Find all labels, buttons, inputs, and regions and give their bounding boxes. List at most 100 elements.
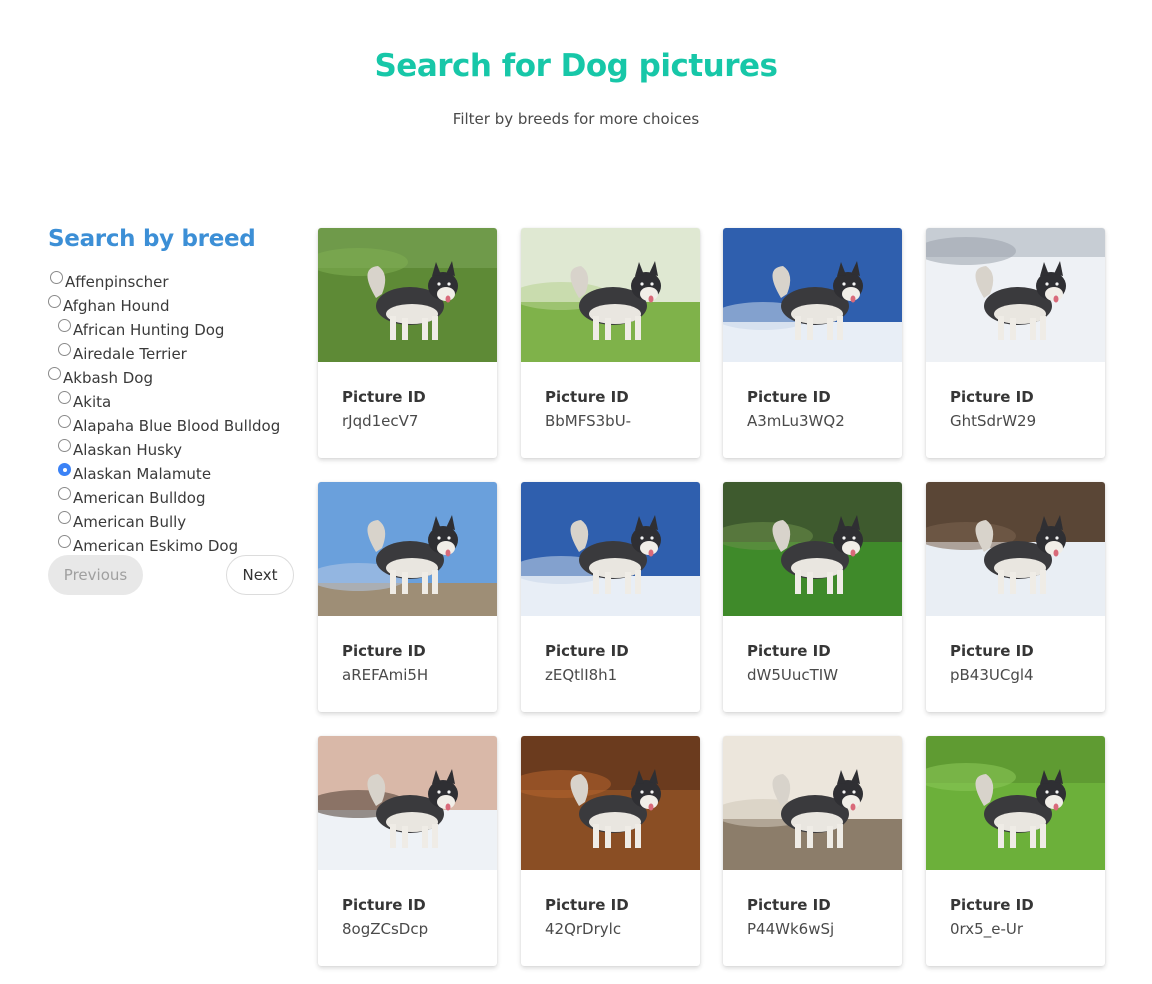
breed-option-american-bully[interactable]: American Bully	[58, 510, 186, 534]
breed-option-american-bulldog[interactable]: American Bulldog	[58, 486, 206, 510]
breed-option-akbash-dog[interactable]: Akbash Dog	[48, 366, 153, 390]
breed-option-label: Alapaha Blue Blood Bulldog	[73, 417, 281, 435]
picture-id-label: Picture ID	[950, 642, 1034, 660]
picture-id-value: GhtSdrW29	[950, 412, 1037, 430]
dog-photo[interactable]	[318, 736, 497, 870]
breed-option-label: Alaskan Husky	[73, 441, 182, 459]
picture-id-value: BbMFS3bU-	[545, 412, 632, 430]
picture-card[interactable]: Picture ID pB43UCgl4	[926, 482, 1105, 712]
picture-id-value: aREFAmi5H	[342, 666, 429, 684]
breed-row: Akita	[48, 390, 308, 414]
picture-card[interactable]: Picture ID 0rx5_e-Ur	[926, 736, 1105, 966]
picture-card[interactable]: Picture ID zEQtlI8h1	[521, 482, 700, 712]
breed-row: Alaskan Husky	[48, 438, 308, 462]
breed-row: American Bully	[48, 510, 308, 534]
breed-row: African Hunting Dog	[48, 318, 308, 342]
picture-id-value: rJqd1ecV7	[342, 412, 419, 430]
dog-photo[interactable]	[521, 482, 700, 616]
breed-option-alaskan-malamute[interactable]: Alaskan Malamute	[58, 462, 211, 486]
dog-photo[interactable]	[318, 228, 497, 362]
dog-photo[interactable]	[723, 228, 902, 362]
radio-button[interactable]	[50, 271, 63, 284]
dog-photo[interactable]	[926, 736, 1105, 870]
dog-photo[interactable]	[926, 228, 1105, 362]
breed-filter-sidebar: Search by breed Affenpinscher Afghan Houn…	[48, 226, 308, 558]
picture-card[interactable]: Picture ID 8ogZCsDcp	[318, 736, 497, 966]
breed-row: American Bulldog	[48, 486, 308, 510]
picture-card[interactable]: Picture ID 42QrDrylc	[521, 736, 700, 966]
radio-button[interactable]	[48, 295, 61, 308]
page-subtitle: Filter by breeds for more choices	[452, 110, 700, 128]
breed-row: Affenpinscher Afghan Hound	[48, 270, 308, 318]
picture-card[interactable]: Picture ID BbMFS3bU-	[521, 228, 700, 458]
picture-id-label: Picture ID	[545, 388, 629, 406]
picture-id-label: Picture ID	[950, 388, 1034, 406]
picture-id-label: Picture ID	[747, 896, 831, 914]
radio-button-selected[interactable]	[58, 463, 71, 476]
picture-id-label: Picture ID	[545, 642, 629, 660]
picture-id-label: Picture ID	[747, 642, 831, 660]
picture-card[interactable]: Picture ID rJqd1ecV7	[318, 228, 497, 458]
breed-option-afghan-hound[interactable]: Afghan Hound	[48, 294, 170, 318]
breed-row: Airedale Terrier Akbash Dog	[48, 342, 308, 390]
radio-button[interactable]	[58, 535, 71, 548]
breed-option-label: African Hunting Dog	[73, 321, 225, 339]
picture-card[interactable]: Picture ID P44Wk6wSj	[723, 736, 902, 966]
picture-card[interactable]: Picture ID aREFAmi5H	[318, 482, 497, 712]
picture-id-label: Picture ID	[747, 388, 831, 406]
radio-button[interactable]	[58, 391, 71, 404]
picture-id-value: P44Wk6wSj	[747, 920, 835, 938]
breed-row: Alapaha Blue Blood Bulldog	[48, 414, 308, 438]
dog-photo[interactable]	[318, 482, 497, 616]
picture-id-value: A3mLu3WQ2	[747, 412, 845, 430]
picture-id-value: pB43UCgl4	[950, 666, 1034, 684]
picture-id-label: Picture ID	[950, 896, 1034, 914]
breed-radio-list: Affenpinscher Afghan Hound African Huntin…	[48, 270, 308, 558]
picture-id-label: Picture ID	[342, 642, 426, 660]
breed-option-african-hunting-dog[interactable]: African Hunting Dog	[58, 318, 224, 342]
breed-option-label: Affenpinscher	[65, 273, 169, 291]
breed-option-akita[interactable]: Akita	[58, 390, 111, 414]
breed-filter-heading: Search by breed	[48, 226, 256, 252]
picture-card[interactable]: Picture ID dW5UucTIW	[723, 482, 902, 712]
radio-button[interactable]	[58, 343, 71, 356]
picture-id-label: Picture ID	[545, 896, 629, 914]
page-title: Search for Dog pictures	[374, 48, 778, 84]
picture-id-value: dW5UucTIW	[747, 666, 839, 684]
radio-button[interactable]	[58, 415, 71, 428]
picture-id-label: Picture ID	[342, 388, 426, 406]
breed-option-alaskan-husky[interactable]: Alaskan Husky	[58, 438, 182, 462]
pagination: Previous Next	[48, 555, 294, 595]
breed-option-affenpinscher[interactable]: Affenpinscher	[50, 270, 169, 294]
radio-button[interactable]	[58, 511, 71, 524]
picture-id-value: 42QrDrylc	[545, 920, 622, 938]
picture-id-value: 8ogZCsDcp	[342, 920, 429, 938]
radio-button[interactable]	[58, 439, 71, 452]
previous-button[interactable]: Previous	[48, 555, 143, 595]
radio-button[interactable]	[58, 319, 71, 332]
dog-photo[interactable]	[521, 736, 700, 870]
breed-option-alapaha-blue-blood-bulldog[interactable]: Alapaha Blue Blood Bulldog	[58, 414, 280, 438]
breed-row: Alaskan Malamute	[48, 462, 308, 486]
picture-card[interactable]: Picture ID A3mLu3WQ2	[723, 228, 902, 458]
breed-option-label: Akita	[73, 393, 112, 411]
picture-id-value: zEQtlI8h1	[545, 666, 618, 684]
dog-photo[interactable]	[521, 228, 700, 362]
breed-option-label: American Eskimo Dog	[73, 537, 239, 555]
breed-option-label: Airedale Terrier	[73, 345, 187, 363]
radio-button[interactable]	[58, 487, 71, 500]
breed-option-label: Akbash Dog	[63, 369, 153, 387]
picture-id-label: Picture ID	[342, 896, 426, 914]
dog-photo[interactable]	[723, 736, 902, 870]
breed-option-label: Alaskan Malamute	[73, 465, 212, 483]
radio-button[interactable]	[48, 367, 61, 380]
breed-option-label: American Bully	[73, 513, 187, 531]
breed-option-label: Afghan Hound	[63, 297, 170, 315]
dog-photo[interactable]	[926, 482, 1105, 616]
breed-option-label: American Bulldog	[73, 489, 206, 507]
dog-photo[interactable]	[723, 482, 902, 616]
picture-id-value: 0rx5_e-Ur	[950, 920, 1024, 938]
next-button[interactable]: Next	[226, 555, 294, 595]
picture-card[interactable]: Picture ID GhtSdrW29	[926, 228, 1105, 458]
breed-option-airedale-terrier[interactable]: Airedale Terrier	[58, 342, 187, 366]
